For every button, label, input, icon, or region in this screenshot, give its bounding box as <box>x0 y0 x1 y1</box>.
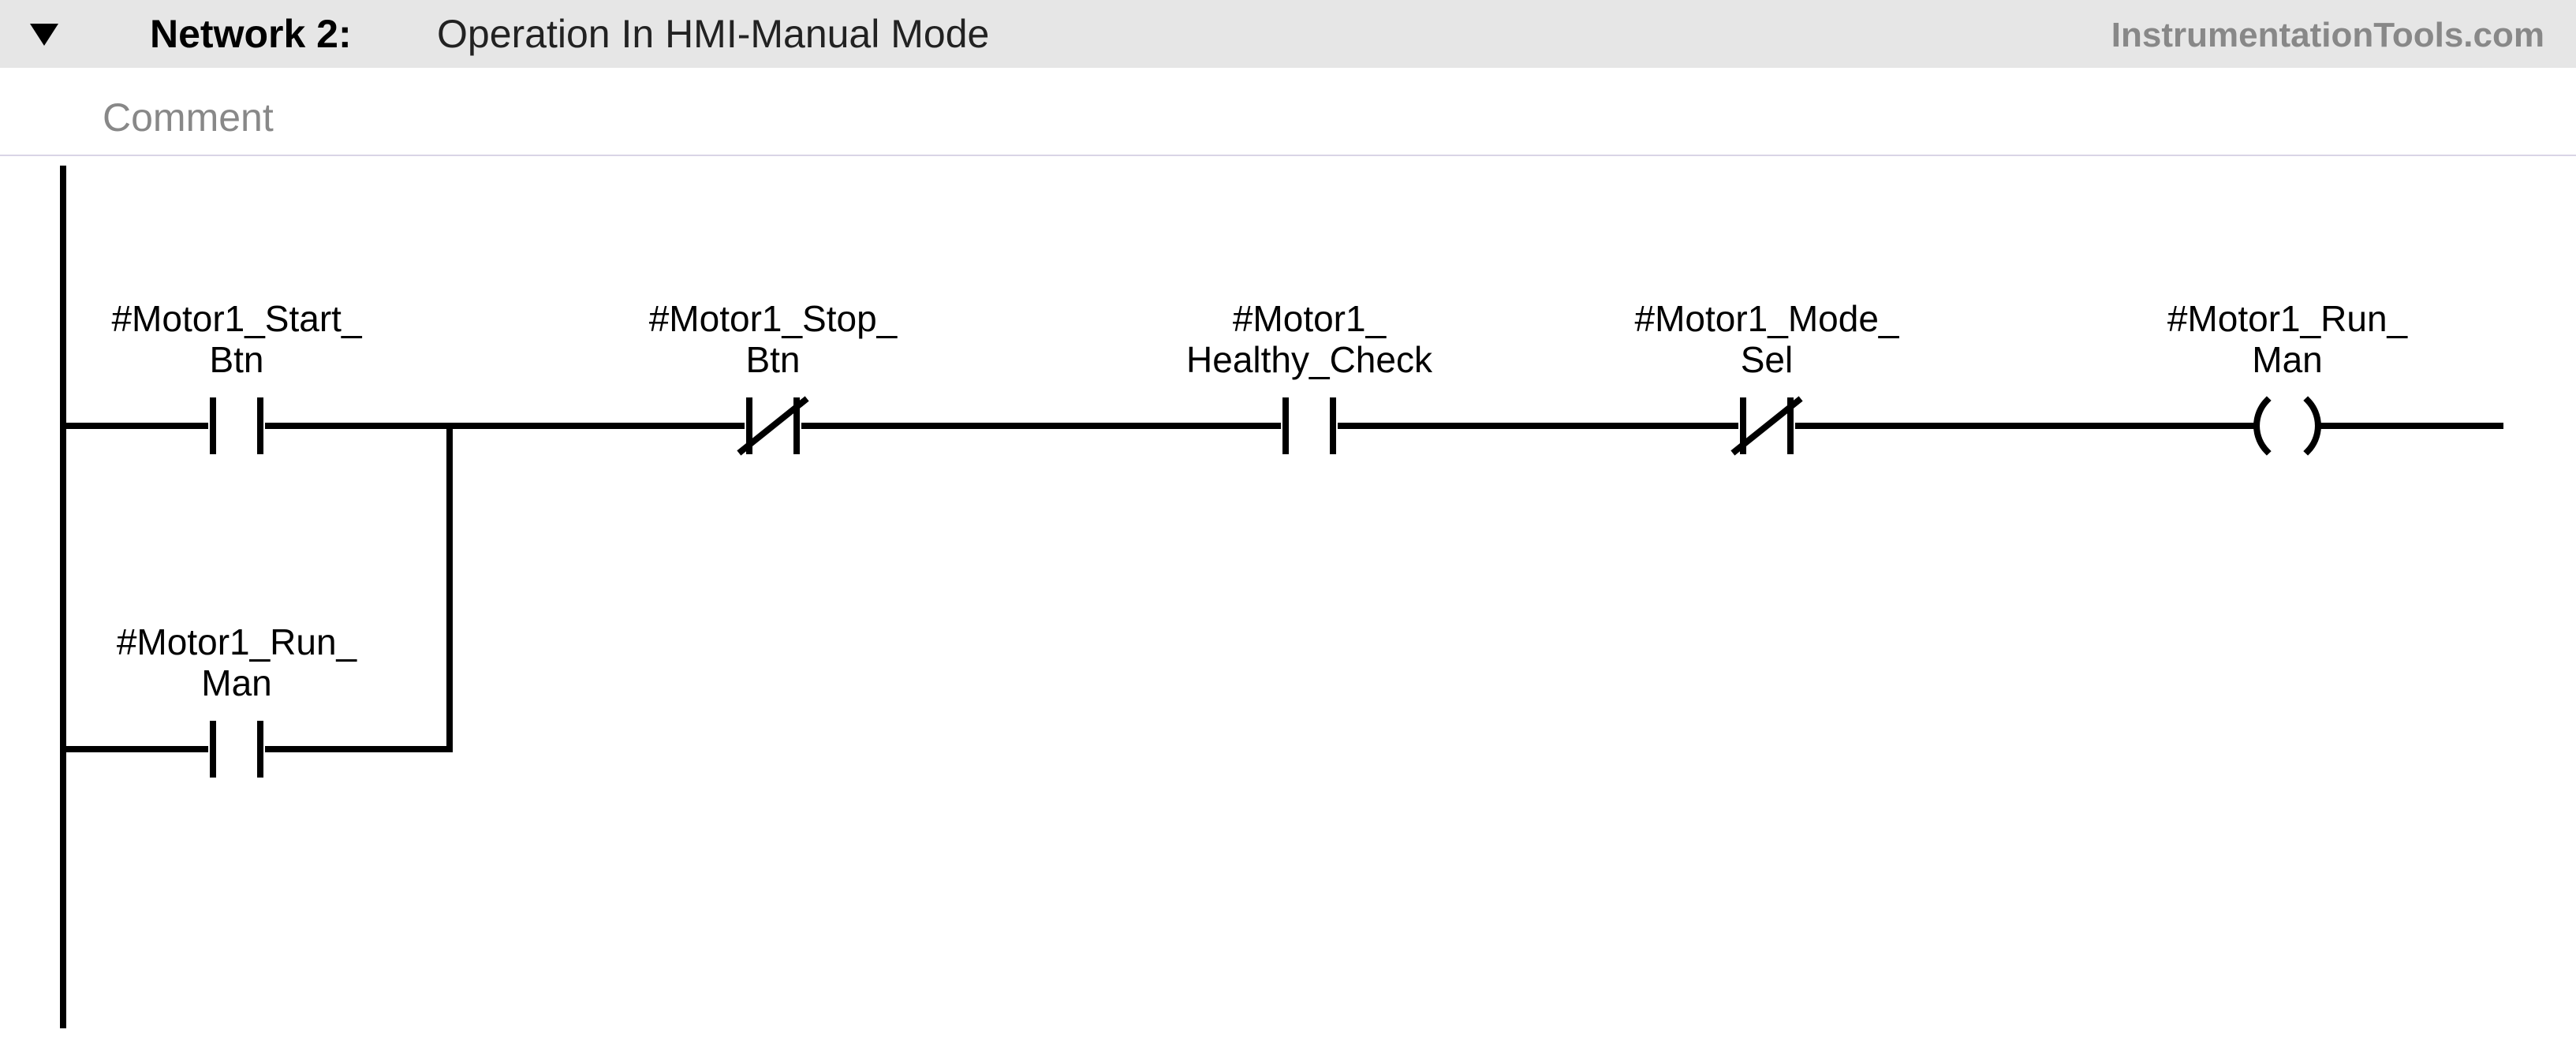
tag-motor1-run-line2: Man <box>2252 339 2322 380</box>
tag-branch-run-line2: Man <box>201 662 271 703</box>
network-title: Operation In HMI-Manual Mode <box>437 11 989 57</box>
comment-placeholder: Comment <box>103 95 274 140</box>
network-header: Network 2: Operation In HMI-Manual Mode … <box>0 0 2576 68</box>
tag-motor1-healthy-line1: #Motor1_ <box>1233 298 1387 339</box>
tag-motor1-start-line1: #Motor1_Start_ <box>111 298 362 339</box>
ladder-diagram: .wire{stroke:#000;stroke-width:8;fill:no… <box>55 166 2540 1033</box>
tag-motor1-mode-line2: Sel <box>1741 339 1793 380</box>
contact-nc-motor1-mode[interactable] <box>1735 401 1798 451</box>
contact-no-motor1-start[interactable] <box>63 401 450 451</box>
tag-motor1-mode-line1: #Motor1_Mode_ <box>1635 298 1900 339</box>
contact-no-branch-run-man[interactable] <box>213 724 260 774</box>
tag-motor1-start-line2: Btn <box>209 339 263 380</box>
tag-motor1-run-line1: #Motor1_Run_ <box>2167 298 2409 339</box>
network-label: Network 2: <box>150 11 352 57</box>
contact-no-motor1-healthy[interactable] <box>1286 401 1333 451</box>
collapse-icon[interactable] <box>27 17 62 56</box>
tag-motor1-healthy-line2: Healthy_Check <box>1186 339 1433 380</box>
coil-motor1-run-man[interactable] <box>2257 401 2318 451</box>
contact-nc-motor1-stop[interactable] <box>741 401 805 451</box>
tag-motor1-stop-line2: Btn <box>745 339 800 380</box>
network-comment-row[interactable]: Comment <box>0 68 2576 156</box>
watermark-text: InstrumentationTools.com <box>2111 16 2544 55</box>
tag-branch-run-line1: #Motor1_Run_ <box>117 621 358 662</box>
tag-motor1-stop-line1: #Motor1_Stop_ <box>649 298 898 339</box>
